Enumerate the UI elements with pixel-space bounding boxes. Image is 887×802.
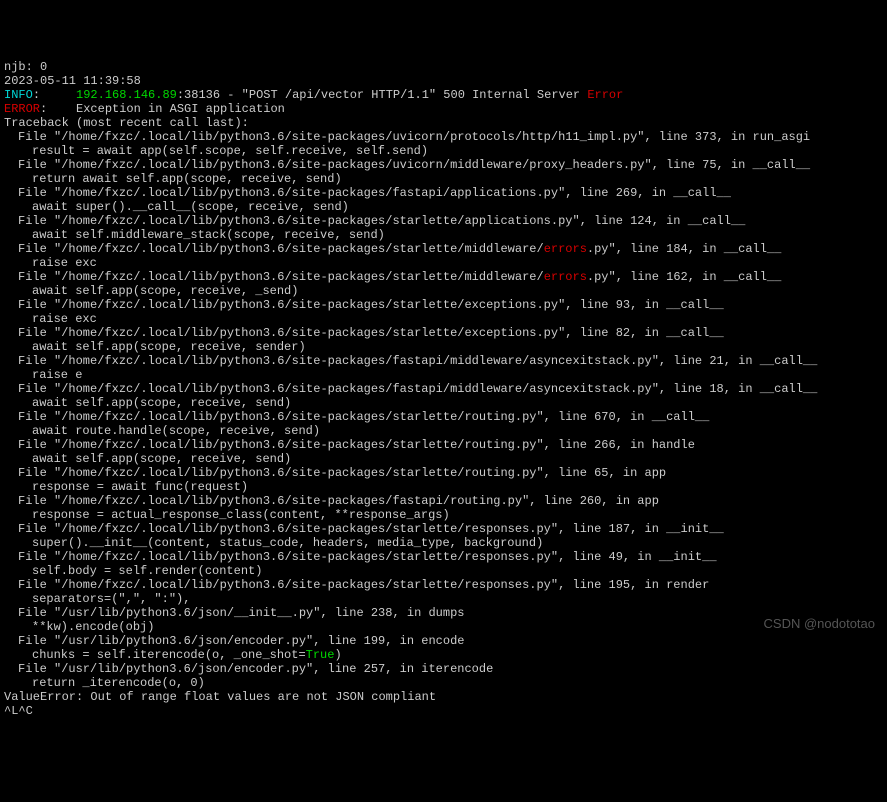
log-line: await route.handle(scope, receive, send) xyxy=(4,424,883,438)
log-line: await super().__call__(scope, receive, s… xyxy=(4,200,883,214)
log-line: File "/usr/lib/python3.6/json/__init__.p… xyxy=(4,606,883,620)
log-line: 2023-05-11 11:39:58 xyxy=(4,74,883,88)
log-line: File "/usr/lib/python3.6/json/encoder.py… xyxy=(4,634,883,648)
log-line: File "/home/fxzc/.local/lib/python3.6/si… xyxy=(4,578,883,592)
log-line: Traceback (most recent call last): xyxy=(4,116,883,130)
log-line: File "/home/fxzc/.local/lib/python3.6/si… xyxy=(4,326,883,340)
log-line: await self.app(scope, receive, _send) xyxy=(4,284,883,298)
log-line: INFO: 192.168.146.89:38136 - "POST /api/… xyxy=(4,88,883,102)
log-line: super().__init__(content, status_code, h… xyxy=(4,536,883,550)
log-line: njb: 0 xyxy=(4,60,883,74)
log-line: File "/home/fxzc/.local/lib/python3.6/si… xyxy=(4,242,883,256)
log-line: return await self.app(scope, receive, se… xyxy=(4,172,883,186)
log-line: File "/home/fxzc/.local/lib/python3.6/si… xyxy=(4,522,883,536)
log-line: File "/home/fxzc/.local/lib/python3.6/si… xyxy=(4,158,883,172)
log-line: return _iterencode(o, 0) xyxy=(4,676,883,690)
log-line: await self.app(scope, receive, send) xyxy=(4,452,883,466)
log-line: response = actual_response_class(content… xyxy=(4,508,883,522)
log-line: File "/home/fxzc/.local/lib/python3.6/si… xyxy=(4,410,883,424)
log-line: await self.middleware_stack(scope, recei… xyxy=(4,228,883,242)
log-line: ValueError: Out of range float values ar… xyxy=(4,690,883,704)
log-line: File "/home/fxzc/.local/lib/python3.6/si… xyxy=(4,130,883,144)
log-line: File "/home/fxzc/.local/lib/python3.6/si… xyxy=(4,438,883,452)
log-line: File "/home/fxzc/.local/lib/python3.6/si… xyxy=(4,270,883,284)
log-line: self.body = self.render(content) xyxy=(4,564,883,578)
log-line: File "/home/fxzc/.local/lib/python3.6/si… xyxy=(4,550,883,564)
log-line: File "/home/fxzc/.local/lib/python3.6/si… xyxy=(4,382,883,396)
log-line: ^L^C xyxy=(4,704,883,718)
log-line: File "/home/fxzc/.local/lib/python3.6/si… xyxy=(4,298,883,312)
log-line: separators=(",", ":"), xyxy=(4,592,883,606)
log-line: File "/home/fxzc/.local/lib/python3.6/si… xyxy=(4,214,883,228)
log-line: raise e xyxy=(4,368,883,382)
terminal-output: njb: 02023-05-11 11:39:58INFO: 192.168.1… xyxy=(4,60,883,718)
log-line: File "/home/fxzc/.local/lib/python3.6/si… xyxy=(4,186,883,200)
log-line: File "/home/fxzc/.local/lib/python3.6/si… xyxy=(4,494,883,508)
log-line: response = await func(request) xyxy=(4,480,883,494)
log-line: File "/usr/lib/python3.6/json/encoder.py… xyxy=(4,662,883,676)
log-line: result = await app(self.scope, self.rece… xyxy=(4,144,883,158)
log-line: await self.app(scope, receive, send) xyxy=(4,396,883,410)
log-line: raise exc xyxy=(4,312,883,326)
log-line: **kw).encode(obj) xyxy=(4,620,883,634)
log-line: await self.app(scope, receive, sender) xyxy=(4,340,883,354)
log-line: ERROR: Exception in ASGI application xyxy=(4,102,883,116)
log-line: File "/home/fxzc/.local/lib/python3.6/si… xyxy=(4,354,883,368)
log-line: raise exc xyxy=(4,256,883,270)
log-line: chunks = self.iterencode(o, _one_shot=Tr… xyxy=(4,648,883,662)
log-line: File "/home/fxzc/.local/lib/python3.6/si… xyxy=(4,466,883,480)
